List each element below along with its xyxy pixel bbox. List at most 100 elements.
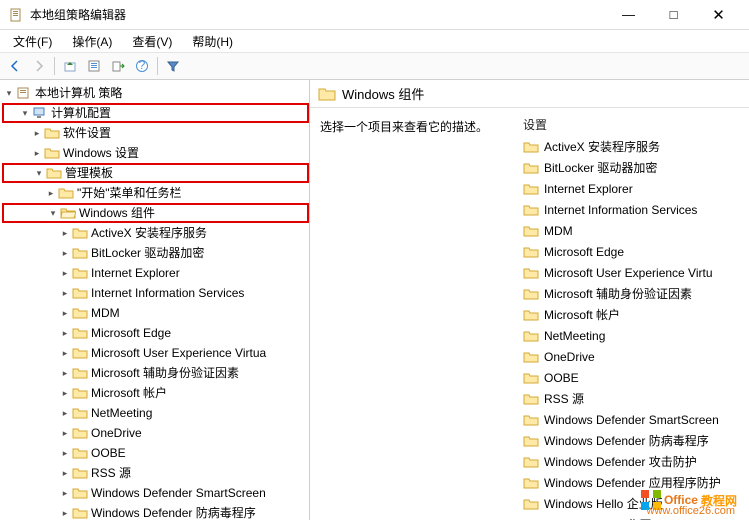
expand-icon[interactable]: ▸ [58, 383, 72, 403]
tree-item[interactable]: ▸ MDM [2, 303, 309, 323]
list-item[interactable]: Windows Defender 攻击防护 [515, 451, 749, 472]
list-item[interactable]: Windows Defender 防病毒程序 [515, 430, 749, 451]
collapse-icon[interactable]: ▾ [32, 163, 46, 183]
expand-icon[interactable]: ▸ [58, 443, 72, 463]
expand-icon[interactable]: ▸ [58, 323, 72, 343]
tree-label: BitLocker 驱动器加密 [91, 243, 204, 263]
folder-icon [523, 329, 539, 343]
expand-icon[interactable]: ▸ [58, 463, 72, 483]
expand-icon[interactable]: ▸ [30, 123, 44, 143]
menu-view[interactable]: 查看(V) [124, 31, 180, 52]
window-title: 本地组策略编辑器 [30, 6, 606, 23]
maximize-button[interactable]: □ [651, 1, 696, 29]
folder-icon [523, 140, 539, 154]
expand-icon[interactable]: ▸ [58, 363, 72, 383]
list-item[interactable]: Microsoft 帐户 [515, 304, 749, 325]
folder-icon [72, 306, 88, 320]
tree-item[interactable]: ▸Internet Information Services [2, 283, 309, 303]
list-item[interactable]: NetMeeting [515, 325, 749, 346]
expand-icon[interactable]: ▸ [58, 343, 72, 363]
item-label: RSS 源 [544, 390, 584, 407]
menu-help[interactable]: 帮助(H) [184, 31, 241, 52]
items-pane: 设置 ActiveX 安装程序服务BitLocker 驱动器加密Internet… [515, 108, 749, 520]
tree-item[interactable]: ▸ActiveX 安装程序服务 [2, 223, 309, 243]
collapse-icon[interactable]: ▾ [2, 83, 16, 103]
folder-icon [523, 308, 539, 322]
expand-icon[interactable]: ▸ [58, 283, 72, 303]
tree-label: MDM [91, 303, 120, 323]
tree-computer-config[interactable]: ▾ 计算机配置 [2, 103, 309, 123]
expand-icon[interactable]: ▸ [30, 143, 44, 163]
tree-software-settings[interactable]: ▸ 软件设置 [2, 123, 309, 143]
folder-icon [523, 224, 539, 238]
tree-item[interactable]: ▸ RSS 源 [2, 463, 309, 483]
tree-item[interactable]: ▸Microsoft Edge [2, 323, 309, 343]
tree-item[interactable]: ▸Windows Defender 防病毒程序 [2, 503, 309, 520]
forward-button[interactable] [28, 55, 50, 77]
folder-icon [44, 146, 60, 160]
up-button[interactable] [59, 55, 81, 77]
list-item[interactable]: Microsoft Edge [515, 241, 749, 262]
list-item[interactable]: Microsoft User Experience Virtu [515, 262, 749, 283]
separator [157, 57, 158, 75]
tree-label: 本地计算机 策略 [35, 83, 122, 103]
minimize-button[interactable]: — [606, 1, 651, 29]
properties-button[interactable] [83, 55, 105, 77]
expand-icon[interactable]: ▸ [58, 423, 72, 443]
list-item[interactable]: Windows Defender SmartScreen [515, 409, 749, 430]
window-controls: — □ ✕ [606, 1, 741, 29]
folder-icon [72, 446, 88, 460]
folder-icon [72, 386, 88, 400]
list-item[interactable]: RSS 源 [515, 388, 749, 409]
tree-item[interactable]: ▸OOBE [2, 443, 309, 463]
help-button[interactable]: ? [131, 55, 153, 77]
export-button[interactable] [107, 55, 129, 77]
collapse-icon[interactable]: ▾ [46, 203, 60, 223]
expand-icon[interactable]: ▸ [58, 263, 72, 283]
expand-icon[interactable]: ▸ [58, 243, 72, 263]
policy-tree: ▾ 本地计算机 策略 ▾ 计算机配置 ▸ 软件设置 ▸ Windows 设置 ▾ [0, 83, 309, 520]
content-area: ▾ 本地计算机 策略 ▾ 计算机配置 ▸ 软件设置 ▸ Windows 设置 ▾ [0, 80, 749, 520]
expand-icon[interactable]: ▸ [58, 223, 72, 243]
expand-icon[interactable]: ▸ [58, 483, 72, 503]
list-item[interactable]: BitLocker 驱动器加密 [515, 157, 749, 178]
expand-icon[interactable]: ▸ [58, 503, 72, 520]
menu-action[interactable]: 操作(A) [64, 31, 120, 52]
list-item[interactable]: MDM [515, 220, 749, 241]
filter-button[interactable] [162, 55, 184, 77]
list-item[interactable]: ActiveX 安装程序服务 [515, 136, 749, 157]
list-item[interactable]: OneDrive [515, 346, 749, 367]
expand-icon[interactable]: ▸ [58, 403, 72, 423]
folder-icon [523, 476, 539, 490]
tree-admin-templates[interactable]: ▾ 管理模板 [2, 163, 309, 183]
tree-item[interactable]: ▸Internet Explorer [2, 263, 309, 283]
folder-icon [523, 413, 539, 427]
list-item[interactable]: Internet Information Services [515, 199, 749, 220]
tree-item[interactable]: ▸Microsoft 辅助身份验证因素 [2, 363, 309, 383]
expand-icon[interactable]: ▸ [58, 303, 72, 323]
tree-item[interactable]: ▸Windows Defender SmartScreen [2, 483, 309, 503]
tree-label: Microsoft User Experience Virtua [91, 343, 266, 363]
collapse-icon[interactable]: ▾ [18, 103, 32, 123]
menu-file[interactable]: 文件(F) [5, 31, 60, 52]
folder-icon [523, 161, 539, 175]
tree-item[interactable]: ▸NetMeeting [2, 403, 309, 423]
tree-windows-settings[interactable]: ▸ Windows 设置 [2, 143, 309, 163]
close-button[interactable]: ✕ [696, 1, 741, 29]
tree-item[interactable]: ▸ Microsoft User Experience Virtua [2, 343, 309, 363]
back-button[interactable] [4, 55, 26, 77]
tree-label: 软件设置 [63, 123, 111, 143]
tree-item[interactable]: ▸ BitLocker 驱动器加密 [2, 243, 309, 263]
list-item[interactable]: Internet Explorer [515, 178, 749, 199]
tree-item[interactable]: ▸OneDrive [2, 423, 309, 443]
expand-icon[interactable]: ▸ [44, 183, 58, 203]
folder-icon [72, 346, 88, 360]
tree-label: RSS 源 [91, 463, 131, 483]
tree-root[interactable]: ▾ 本地计算机 策略 [2, 83, 309, 103]
list-item[interactable]: Microsoft 辅助身份验证因素 [515, 283, 749, 304]
tree-item[interactable]: ▸Microsoft 帐户 [2, 383, 309, 403]
column-header-settings[interactable]: 设置 [515, 114, 749, 136]
list-item[interactable]: OOBE [515, 367, 749, 388]
tree-windows-components[interactable]: ▾ Windows 组件 [2, 203, 309, 223]
tree-start-taskbar[interactable]: ▸ "开始"菜单和任务栏 [2, 183, 309, 203]
